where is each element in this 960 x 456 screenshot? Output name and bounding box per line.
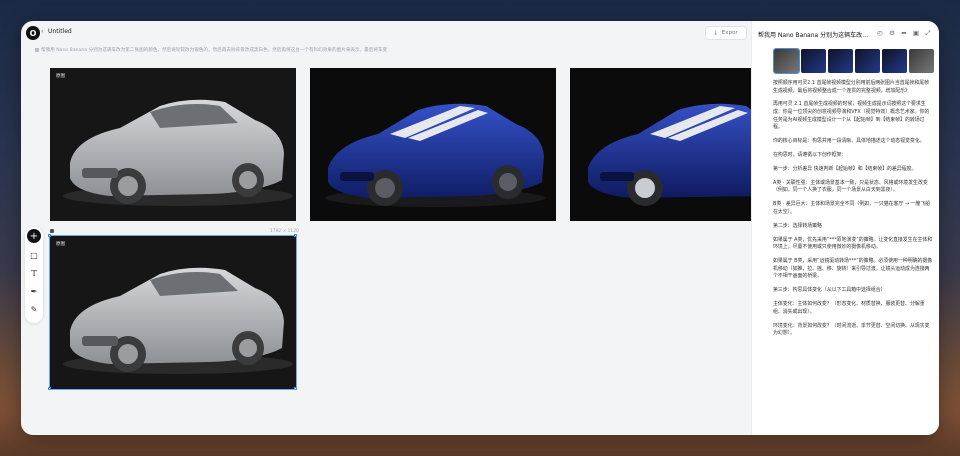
thumbnail[interactable] [855, 49, 880, 73]
panel-title: 帮我用 Nano Banana 分别为这辆车改为... [758, 32, 870, 39]
message-paragraph: 如果属于 A类，优先采用“***原地演变”的策略。让变化直接发生在主体和环境上，… [773, 236, 933, 251]
message-paragraph: 第二步：选择转场策略 [773, 222, 822, 229]
message-paragraph: 如果属于 B类，采用“运镜驱动转场***”的策略。必须使用一种明确的摄像机移动（… [773, 258, 933, 280]
message-paragraph: 第三步：构思具体变化（从以下工具箱中选择组合） [773, 287, 886, 294]
car-image-gray [50, 68, 296, 221]
text-icon[interactable]: T [28, 267, 40, 279]
app-logo[interactable]: O [26, 26, 40, 40]
collapse-icon[interactable]: ⤢ [924, 29, 932, 37]
selection-box[interactable] [49, 235, 297, 390]
car-image-blue-partial [570, 68, 760, 221]
image-thumbnails [773, 48, 934, 74]
message-paragraph: 你的核心目标是：构思并用一段清晰、具体地描述这个动态视觉变化。 [773, 138, 925, 145]
resize-handle-br[interactable] [294, 387, 297, 390]
thumbnail[interactable] [801, 49, 826, 73]
image-frame-blue-silver-wheels[interactable] [570, 68, 760, 221]
panel-actions: ◴ ⚙ ➦ ▣ ⤢ [876, 29, 932, 38]
image-frame-blue[interactable] [310, 68, 556, 221]
thumbnail[interactable] [909, 49, 934, 73]
download-icon: ⤓ [714, 29, 717, 36]
pen-icon[interactable]: ✒ [28, 285, 40, 297]
left-toolbar: + □ T ✒ ✎ [25, 227, 43, 323]
top-bar: O ‹ Untitled ⤓ Expor [21, 21, 751, 45]
chevron-left-icon[interactable]: ‹ [41, 28, 43, 35]
frame-tag: 原图 [56, 74, 65, 79]
chat-panel: 帮我用 Nano Banana 分别为这辆车改为... ◴ ⚙ ➦ ▣ ⤢ 按照… [751, 21, 939, 435]
resize-handle-tr[interactable] [294, 234, 297, 237]
document-title[interactable]: Untitled [48, 28, 72, 35]
thumbnail[interactable] [882, 49, 907, 73]
resize-handle-bl[interactable] [48, 387, 51, 390]
share-icon[interactable]: ➦ [900, 29, 908, 37]
resize-handle-tl[interactable] [48, 234, 51, 237]
gear-icon[interactable]: ⚙ [888, 29, 896, 37]
export-label: Expor [721, 30, 738, 36]
prompt-summary: 帮我用 Nano Banana 分别为这辆车改为第二张图的颜色，然后将轮毂改为银… [35, 47, 750, 53]
message-paragraph: B类 · 差异巨大：主体和场景完全不同（例如，一只猫在客厅 → 一艘飞船在太空）… [773, 201, 931, 215]
plus-icon[interactable]: + [27, 229, 41, 243]
car-image-blue [310, 68, 556, 221]
message-paragraph: 按照顺序用可灵2.1 首尾帧视频模型分别用前后两张图片当首尾帧和尾帧生成视频，最… [773, 80, 930, 94]
image-frame-original[interactable]: 原图 [50, 68, 296, 221]
prompt-icon [35, 47, 39, 52]
message-paragraph: 在构思时，请遵循以下创作框架： [773, 152, 847, 159]
square-icon[interactable]: □ [28, 249, 40, 261]
history-icon[interactable]: ◴ [876, 29, 884, 37]
message-paragraph: 第一步：分析差异 快速判断【起始帧】和【结束帧】的差异程度。 [773, 165, 917, 172]
image-icon[interactable]: ▣ [912, 29, 920, 37]
export-button[interactable]: ⤓ Expor [705, 26, 747, 40]
prompt-text: 帮我用 Nano Banana 分别为这辆车改为第二张图的颜色，然后将轮毂改为银… [41, 48, 388, 53]
chat-message: 按照顺序用可灵2.1 首尾帧视频模型分别用前后两张图片当首尾帧和尾帧生成视频，最… [773, 80, 933, 344]
thumbnail[interactable] [828, 49, 853, 73]
pencil-icon[interactable]: ✎ [28, 303, 40, 315]
message-paragraph: A类 · 关联性强：主体或场景基本一致，只是状态、风格或环境发生改变（例如，同一… [773, 179, 928, 194]
thumbnail[interactable] [773, 48, 800, 74]
frame-icon [50, 229, 54, 233]
message-paragraph: 再用可灵 2.1 首尾帧生成视频的时候，视频生成提示词按照这个要求生成：你是一位… [773, 101, 930, 131]
message-paragraph: 主体变化：主体如何改变？（形态变化、材质替换、服装更替、分解重组、消失或出现）。 [773, 301, 925, 315]
canvas[interactable]: 原图 1792 × 1120 原图 [21, 55, 760, 435]
message-paragraph: 环境变化：背景如何改变？（时间流逝、季节更替、空间切换、从现实变为幻想）。 [773, 322, 930, 337]
app-window: O ‹ Untitled ⤓ Expor 帮我用 Nano Banana 分别为… [21, 21, 939, 435]
